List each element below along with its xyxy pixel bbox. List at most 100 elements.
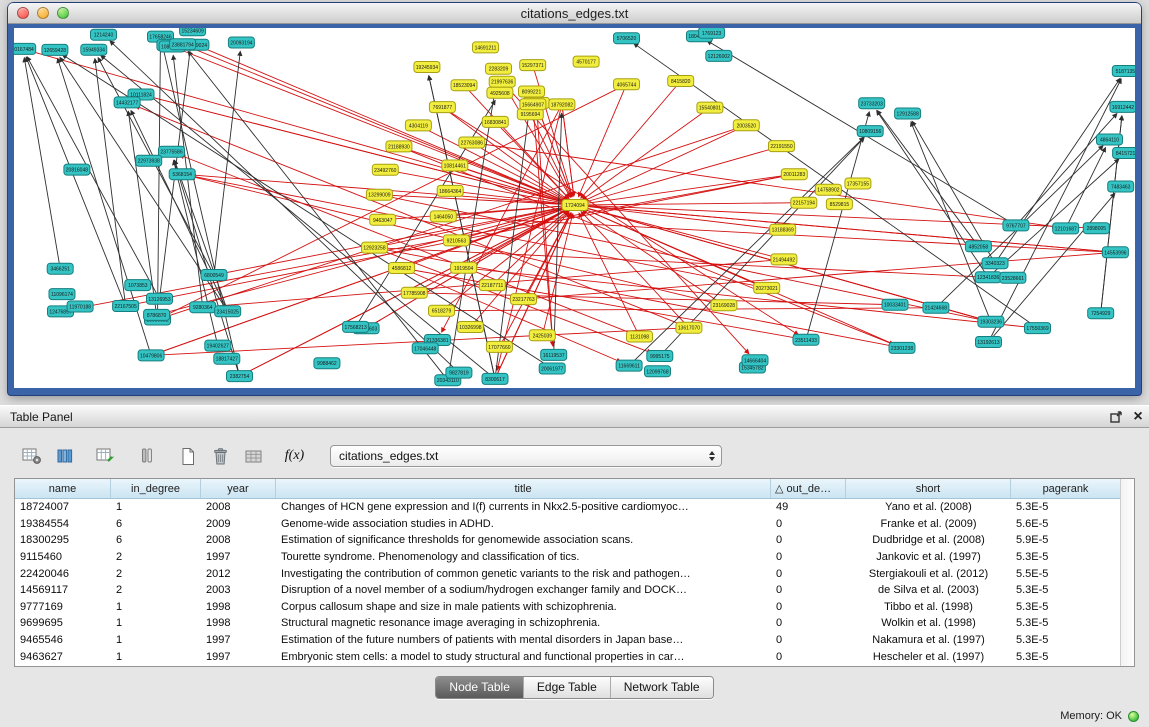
graph-node[interactable]: 10809156 (857, 126, 883, 137)
graph-node[interactable]: 15540801 (697, 102, 723, 113)
graph-node[interactable]: 8099221 (519, 86, 545, 97)
graph-node[interactable]: 16830841 (482, 116, 508, 127)
memory-status-indicator[interactable] (1128, 711, 1139, 722)
graph-node[interactable]: 21424668 (923, 302, 949, 313)
graph-node[interactable]: 22187711 (479, 280, 505, 291)
new-table-button[interactable] (174, 444, 201, 468)
graph-node[interactable]: 6518279 (429, 305, 455, 316)
graph-node[interactable]: 21997636 (489, 76, 515, 87)
column-header-title[interactable]: title (276, 479, 771, 498)
graph-node[interactable]: 3340323 (982, 258, 1008, 269)
graph-node[interactable]: 4304119 (405, 120, 431, 131)
graph-node[interactable]: 23217763 (511, 294, 537, 305)
graph-node[interactable]: 23511433 (793, 334, 819, 345)
graph-edge[interactable] (629, 137, 864, 365)
graph-edge[interactable] (141, 95, 566, 203)
graph-node[interactable]: 21494492 (771, 254, 797, 265)
graph-edge[interactable] (24, 58, 60, 269)
graph-node[interactable]: 20816048 (64, 164, 90, 175)
graph-node[interactable]: 9995175 (647, 351, 673, 362)
column-header-name[interactable]: name (15, 479, 111, 498)
graph-node[interactable]: 16119537 (541, 349, 567, 360)
graph-node[interactable]: 15297371 (520, 60, 546, 71)
graph-node[interactable]: 18792082 (549, 99, 575, 110)
graph-node[interactable]: 11096174 (49, 289, 75, 300)
graph-node[interactable]: 1464050 (430, 211, 456, 222)
graph-edge[interactable] (584, 206, 1115, 253)
graph-node[interactable]: 2382754 (227, 371, 253, 382)
column-header-short[interactable]: short (846, 479, 1011, 498)
close-panel-button[interactable]: × (1127, 408, 1149, 426)
graph-node[interactable]: 23301238 (889, 342, 915, 353)
table-row[interactable]: 969969511998Structural magnetic resonanc… (15, 615, 1134, 632)
column-header-in_degree[interactable]: in_degree (111, 479, 201, 498)
graph-node[interactable]: 12126002 (706, 50, 732, 61)
table-row[interactable]: 946362711997Embryonic stem cells: a mode… (15, 648, 1134, 665)
graph-node[interactable]: 16912442 (1110, 101, 1135, 112)
column-header-year[interactable]: year (201, 479, 276, 498)
table-row[interactable]: 2242004622012Investigating the contribut… (15, 565, 1134, 582)
show-columns-button[interactable] (51, 444, 78, 468)
graph-node[interactable]: 15234609 (180, 28, 206, 36)
graph-edge[interactable] (26, 57, 126, 306)
graph-edge[interactable] (584, 174, 794, 204)
graph-node[interactable]: 10814461 (442, 160, 468, 171)
graph-node[interactable]: 23775586 (159, 146, 185, 157)
graph-node[interactable]: 14666404 (742, 355, 768, 366)
graph-node[interactable]: 12341836 (975, 272, 1001, 283)
graph-node[interactable]: 2898005 (1083, 223, 1109, 234)
graph-node[interactable]: 12099768 (645, 366, 671, 377)
graph-edge[interactable] (911, 122, 991, 322)
table-row[interactable]: 1938455462009Genome-wide association stu… (15, 516, 1134, 533)
graph-node[interactable]: 20273021 (754, 282, 780, 293)
graph-node[interactable]: 22157194 (791, 197, 817, 208)
column-header-pagerank[interactable]: pagerank (1011, 479, 1121, 498)
graph-node[interactable]: 17785908 (401, 287, 427, 298)
table-row[interactable]: 1456911722003Disruption of a novel membe… (15, 582, 1134, 599)
vertical-scrollbar[interactable] (1120, 479, 1134, 666)
graph-edge[interactable] (173, 55, 203, 307)
graph-node[interactable]: 2003520 (733, 120, 759, 131)
graph-node[interactable]: 17046448 (412, 343, 438, 354)
graph-edge[interactable] (399, 146, 894, 344)
graph-node[interactable]: 5706520 (614, 33, 640, 44)
graph-node[interactable]: 8529815 (826, 199, 852, 210)
graph-node[interactable]: 19245934 (414, 62, 440, 73)
graph-node[interactable]: 4570177 (573, 56, 599, 67)
graph-edge[interactable] (579, 213, 640, 336)
graph-node[interactable]: 11669611 (616, 360, 642, 371)
graph-node[interactable]: 15949334 (81, 44, 107, 55)
graph-node[interactable]: 22167505 (113, 301, 139, 312)
graph-node[interactable]: 9280364 (190, 302, 216, 313)
graph-node[interactable]: 1769123 (699, 28, 725, 38)
float-panel-button[interactable] (1105, 408, 1127, 426)
graph-node[interactable]: 22763086 (459, 137, 485, 148)
graph-node[interactable]: 23528661 (1000, 272, 1026, 283)
graph-node[interactable]: 4864110 (1097, 134, 1123, 145)
graph-node[interactable]: 9210563 (443, 235, 469, 246)
graph-node[interactable]: 17550369 (1025, 323, 1051, 334)
table-row[interactable]: 911546021997Tourette syndrome. Phenomeno… (15, 549, 1134, 566)
graph-node[interactable]: 23881794 (170, 39, 196, 50)
graph-node[interactable]: 20011283 (781, 169, 807, 180)
graph-node[interactable]: 7254929 (1088, 308, 1114, 319)
graph-node[interactable]: 12101687 (1053, 223, 1079, 234)
minimize-window-button[interactable] (37, 7, 49, 19)
graph-node[interactable]: 18817427 (214, 353, 240, 364)
row-height-button[interactable] (133, 444, 160, 468)
table-row[interactable]: 1830029562008Estimation of significance … (15, 532, 1134, 549)
graph-node[interactable]: 12912588 (895, 108, 921, 119)
import-table-button[interactable] (240, 444, 267, 468)
graph-node[interactable]: 3466251 (47, 263, 73, 274)
graph-node[interactable]: 23492760 (372, 164, 398, 175)
graph-node[interactable]: 19303236 (978, 316, 1004, 327)
function-builder-button[interactable]: f(x) (281, 444, 308, 468)
graph-edge[interactable] (442, 107, 798, 335)
graph-node[interactable]: 5187135 (1112, 66, 1135, 77)
graph-node[interactable]: 14691211 (473, 42, 499, 53)
graph-node[interactable]: 23169028 (711, 300, 737, 311)
graph-node[interactable]: 4852058 (965, 241, 991, 252)
close-window-button[interactable] (17, 7, 29, 19)
graph-node[interactable]: 20093194 (228, 37, 254, 48)
graph-node[interactable]: 1919504 (451, 262, 477, 273)
